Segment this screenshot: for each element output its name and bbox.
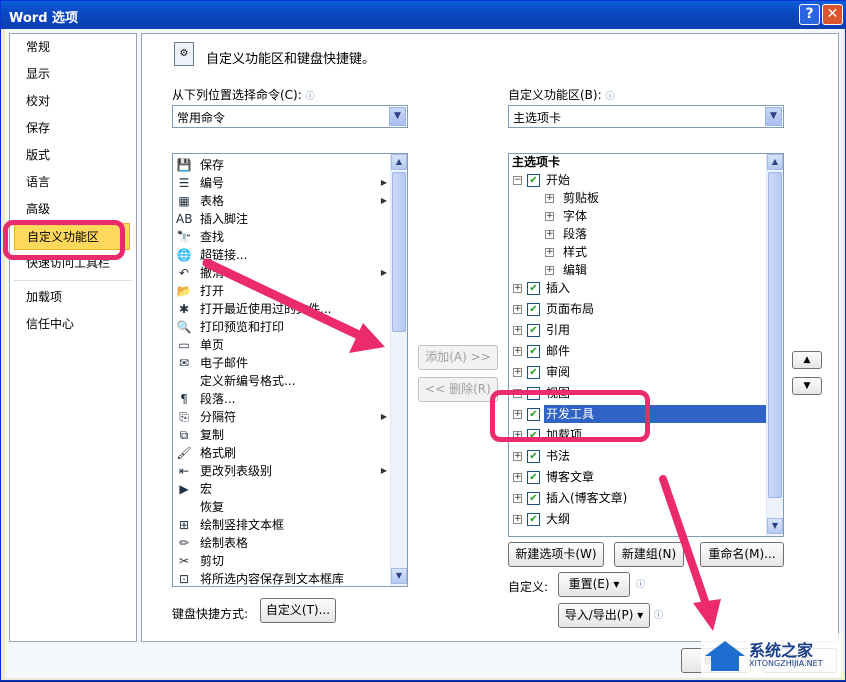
watermark-logo: 系统之家 XITONGZHIJIA.NET [701,633,841,677]
watermark-subtext: XITONGZHIJIA.NET [749,659,823,668]
word-options-window: Word 选项 ? ✕ 常规 显示 校对 保存 版式 语言 高级 自定义功能区 快速访问工具栏加… [0,0,846,681]
house-icon [705,641,745,671]
arrow-to-ok [659,475,721,631]
watermark-text: 系统之家 [749,641,814,660]
annotation-arrows [202,258,721,631]
arrow-to-add [202,258,385,353]
